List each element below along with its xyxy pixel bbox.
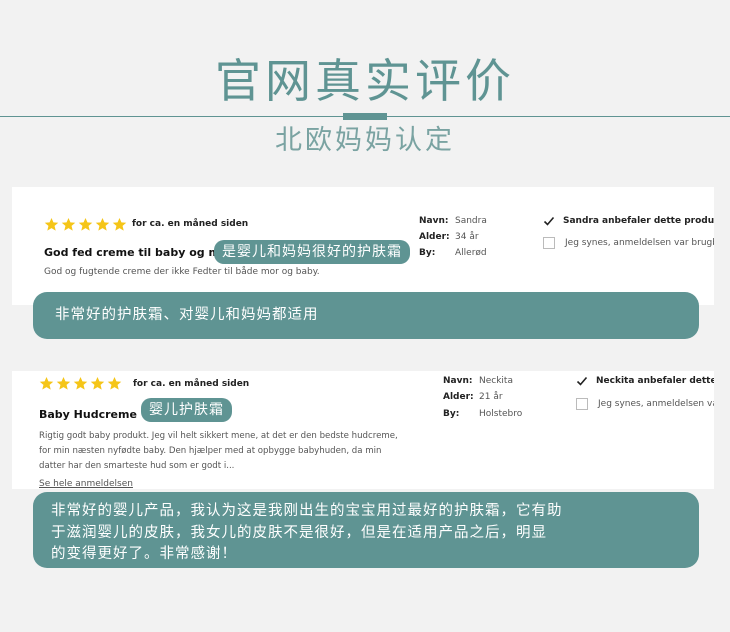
reviewer-age-row: Alder: 21 år xyxy=(443,392,503,402)
review-body: Rigtig godt baby produkt. Jeg vil helt s… xyxy=(39,429,439,474)
meta-label: Alder: xyxy=(443,392,474,402)
review-date: for ca. en måned siden xyxy=(133,379,250,389)
star-icon xyxy=(90,376,105,390)
helpful-checkbox-row[interactable]: Jeg synes, anmeldelsen var brugbar xyxy=(576,398,714,410)
translation-line: 于滋润婴儿的皮肤，我女儿的皮肤不是很好，但是在适用产品之后，明显 xyxy=(51,524,547,541)
star-icon xyxy=(73,376,88,390)
review-body-line: Rigtig godt baby produkt. Jeg vil helt s… xyxy=(39,431,398,441)
translation-line: 非常好的婴儿产品，我认为这是我刚出生的宝宝用过最好的护肤霜，它有助 xyxy=(51,503,563,519)
star-icon xyxy=(56,376,71,390)
read-full-review-link[interactable]: Se hele anmeldelsen xyxy=(39,479,133,489)
helpful-label: Jeg synes, anmeldelsen var brugbar xyxy=(598,399,714,409)
helpful-checkbox[interactable] xyxy=(543,237,555,249)
meta-value: Neckita xyxy=(479,376,513,386)
translation-bubble: 非常好的婴儿产品，我认为这是我刚出生的宝宝用过最好的护肤霜，它有助 于滋润婴儿的… xyxy=(33,492,699,568)
recommend-badge: Neckita anbefaler dette produkt xyxy=(576,375,714,387)
reviewer-name-row: Navn: Sandra xyxy=(419,216,487,226)
review-date: for ca. en måned siden xyxy=(132,219,249,229)
translation-line: 的变得更好了。非常感谢！ xyxy=(51,546,237,562)
star-rating xyxy=(44,217,127,232)
meta-value: Allerød xyxy=(455,248,487,258)
star-icon xyxy=(95,217,110,231)
helpful-checkbox[interactable] xyxy=(576,398,588,410)
review-card: for ca. en måned siden Baby Hudcreme Rig… xyxy=(12,371,714,489)
title-accent-bar xyxy=(343,113,387,120)
reviewer-age-row: Alder: 34 år xyxy=(419,232,479,242)
meta-label: Alder: xyxy=(419,232,450,242)
meta-value: Sandra xyxy=(455,216,487,226)
star-icon xyxy=(112,217,127,231)
star-icon xyxy=(61,217,76,231)
meta-label: By: xyxy=(443,409,460,419)
translation-tag: 婴儿护肤霜 xyxy=(141,398,232,422)
star-icon xyxy=(107,376,122,390)
meta-value: Holstebro xyxy=(479,409,523,419)
checkmark-icon xyxy=(543,216,555,226)
page-title: 官网真实评价 xyxy=(215,54,515,108)
reviewer-name-row: Navn: Neckita xyxy=(443,376,513,386)
meta-value: 34 år xyxy=(455,232,479,242)
review-title: God fed creme til baby og mor:) xyxy=(44,246,243,259)
reviewer-city-row: By: Allerød xyxy=(419,248,487,258)
star-icon xyxy=(44,217,59,231)
helpful-checkbox-row[interactable]: Jeg synes, anmeldelsen var brugbar xyxy=(543,237,714,249)
review-body-line: for min næsten nyfødte baby. Den hjælper… xyxy=(39,446,382,456)
star-rating xyxy=(39,376,122,391)
recommend-badge: Sandra anbefaler dette produkt xyxy=(543,215,714,227)
review-body-line: datter har den smarteste hud som er godt… xyxy=(39,461,235,471)
checkmark-icon xyxy=(576,376,588,386)
review-title: Baby Hudcreme xyxy=(39,408,137,421)
recommend-text: Sandra anbefaler dette produkt xyxy=(563,216,714,226)
reviewer-city-row: By: Holstebro xyxy=(443,409,522,419)
meta-value: 21 år xyxy=(479,392,503,402)
translation-tag: 是婴儿和妈妈很好的护肤霜 xyxy=(214,240,410,264)
helpful-label: Jeg synes, anmeldelsen var brugbar xyxy=(565,238,714,248)
meta-label: By: xyxy=(419,248,436,258)
star-icon xyxy=(39,376,54,390)
meta-label: Navn: xyxy=(419,216,449,226)
page-subtitle: 北欧妈妈认定 xyxy=(275,125,455,156)
star-icon xyxy=(78,217,93,231)
translation-bubble: 非常好的护肤霜、对婴儿和妈妈都适用 xyxy=(33,292,699,339)
meta-label: Navn: xyxy=(443,376,473,386)
review-body: God og fugtende creme der ikke Fedter ti… xyxy=(44,267,320,277)
recommend-text: Neckita anbefaler dette produkt xyxy=(596,376,714,386)
